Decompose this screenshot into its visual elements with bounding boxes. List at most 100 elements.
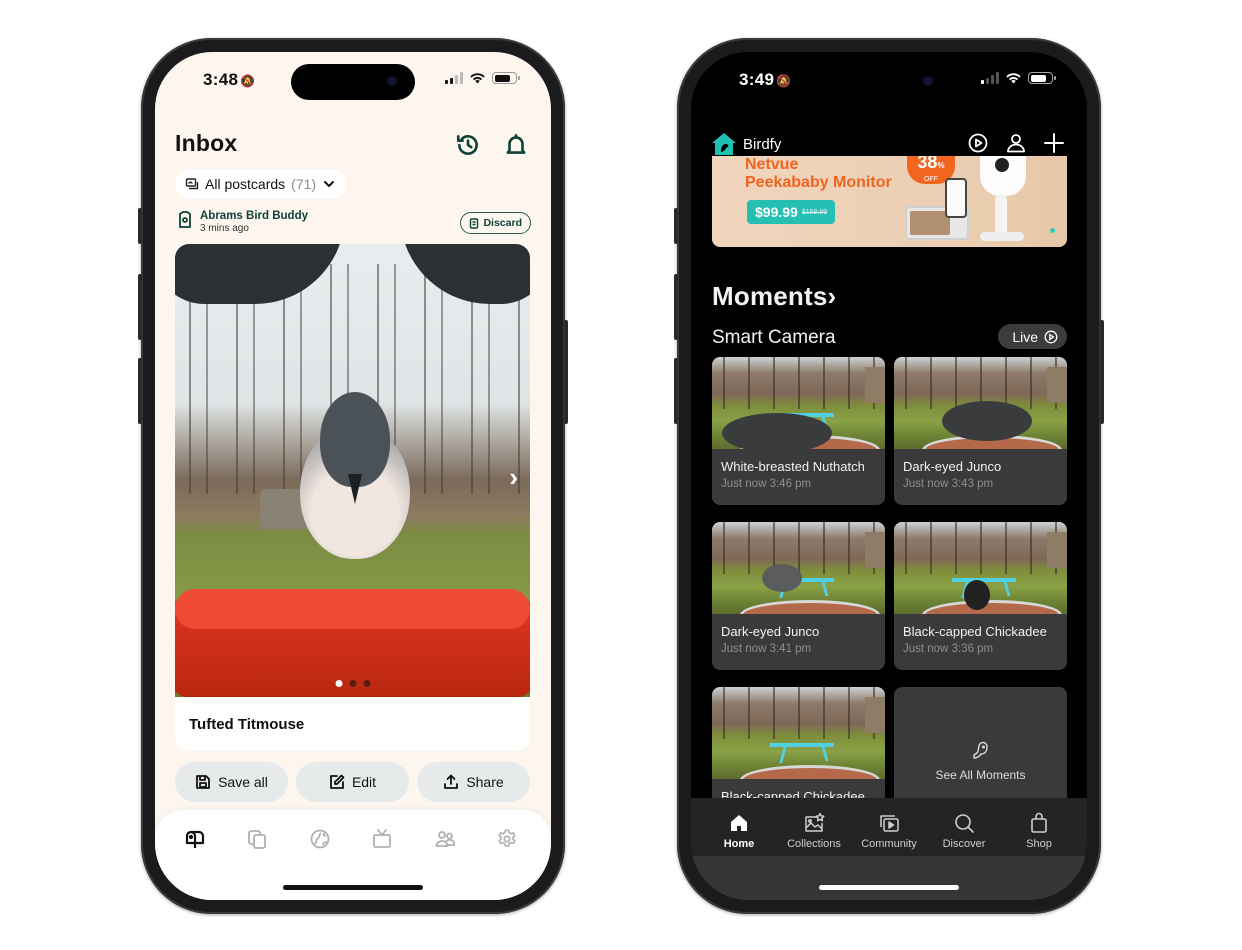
volume-up-button [674,274,678,340]
wifi-icon [1006,73,1021,84]
discount-suffix: % [937,161,945,170]
edit-button[interactable]: Edit [296,762,409,802]
moment-tile[interactable]: Dark-eyed Junco Just now 3:41 pm [712,522,885,670]
tab-inbox[interactable] [181,825,209,853]
people-icon [435,831,455,847]
moment-thumbnail [712,522,885,614]
battery-icon [492,72,520,84]
filter-label: All postcards [205,176,286,192]
discount-value: 38 [917,156,938,172]
phone-bird-buddy: 3:48 🔕 Inbox All postcards (71) Abrams Bi… [138,38,568,914]
share-icon [444,774,459,789]
volume-down-button [138,358,142,424]
birdhouse-logo-icon [712,133,736,155]
postcards-icon [185,178,199,190]
moment-species: Dark-eyed Junco [903,459,1002,474]
moment-species: Black-capped Chickadee [903,624,1047,639]
home-indicator[interactable] [819,885,959,890]
ad-banner[interactable]: Netvue Peekababy Monitor $99.99 $159.99 … [712,156,1067,247]
phone-birdfy: 3:49 🔕 Birdfy Netvue Peekababy Monitor $9… [674,38,1104,914]
postcard-card[interactable]: › Tufted Titmouse [175,244,530,751]
action-button [138,208,142,244]
tab-collection[interactable] [243,825,271,853]
volume-up-button [138,274,142,340]
feeder-info: Abrams Bird Buddy 3 mins ago [177,210,308,234]
live-button[interactable]: Live [998,324,1067,349]
tab-settings[interactable] [493,825,521,853]
edit-icon [330,774,345,789]
discard-label: Discard [483,217,522,229]
bird-icon [972,741,988,759]
moment-thumbnail [894,522,1067,614]
collections-icon [805,812,825,832]
share-label: Share [466,774,504,790]
history-icon[interactable] [455,132,481,158]
power-button [564,320,568,424]
feeder-name: Abrams Bird Buddy [200,210,308,222]
moment-thumbnail [712,687,885,779]
tab-community[interactable]: Community [853,812,925,850]
brand: Birdfy [711,132,781,156]
mailbox-icon [185,830,205,848]
filter-count: (71) [291,176,317,192]
page-dot[interactable] [363,680,370,687]
search-icon [955,814,974,833]
moment-tile[interactable]: Dark-eyed Junco Just now 3:43 pm [894,357,1067,505]
feeder-icon [179,211,191,228]
page-dot[interactable] [335,680,342,687]
page-dot[interactable] [349,680,356,687]
ad-brand: Netvue [745,156,799,173]
carousel-indicator [1050,228,1055,233]
bell-slash-icon: 🔕 [240,74,256,88]
moments-link[interactable]: Moments› [712,281,836,312]
share-button[interactable]: Share [417,762,530,802]
tab-label: Shop [1026,838,1052,850]
community-icon [880,815,899,832]
tab-collections[interactable]: Collections [778,812,850,850]
tab-explore[interactable] [306,825,334,853]
moment-time: Just now 3:41 pm [721,643,812,655]
edit-label: Edit [351,774,377,790]
tab-shop[interactable]: Shop [1003,812,1075,850]
power-button [1100,320,1104,424]
photo-pagination[interactable] [335,680,370,687]
globe-icon [310,829,330,849]
camera-image [980,156,1026,196]
discard-button[interactable]: Discard [460,212,531,234]
save-all-button[interactable]: Save all [175,762,288,802]
see-all-label: See All Moments [935,768,1026,782]
bell-slash-icon: 🔕 [776,74,792,88]
status-time: 3:48 🔕 [203,70,256,89]
tab-discover[interactable]: Discover [928,812,1000,850]
home-indicator[interactable] [283,885,423,890]
postcard-filter-dropdown[interactable]: All postcards (71) [175,169,347,199]
moment-time: Just now 3:36 pm [903,643,994,655]
page-title: Inbox [175,130,238,156]
tab-tv[interactable] [368,825,396,853]
play-circle-icon[interactable] [967,132,989,154]
chevron-right-icon[interactable]: › [509,462,518,493]
tab-home[interactable]: Home [703,812,775,850]
plus-icon[interactable] [1043,132,1065,154]
trash-icon [470,217,479,229]
moment-tile[interactable]: Black-capped Chickadee Just now 3:36 pm [894,522,1067,670]
cellular-signal-icon [981,72,999,84]
tab-friends[interactable] [431,825,459,853]
tab-label: Home [723,838,755,850]
wifi-icon [470,73,485,84]
bell-icon[interactable] [503,132,529,158]
live-label: Live [1012,328,1038,345]
save-all-label: Save all [218,774,268,790]
ad-price-was: $159.99 [801,208,828,216]
species-name: Tufted Titmouse [189,716,305,733]
moment-time: Just now 3:43 pm [903,478,994,490]
ad-price: $99.99 $159.99 [747,200,836,224]
moments-grid: White-breasted Nuthatch Just now 3:46 pm … [712,357,1067,835]
postcard-time: 3 mins ago [200,223,249,234]
postcard-photo[interactable]: › [175,244,530,697]
moment-thumbnail [894,357,1067,449]
user-icon[interactable] [1005,132,1027,154]
save-icon [196,775,210,789]
moment-tile[interactable]: White-breasted Nuthatch Just now 3:46 pm [712,357,885,505]
brand-name: Birdfy [743,135,782,153]
